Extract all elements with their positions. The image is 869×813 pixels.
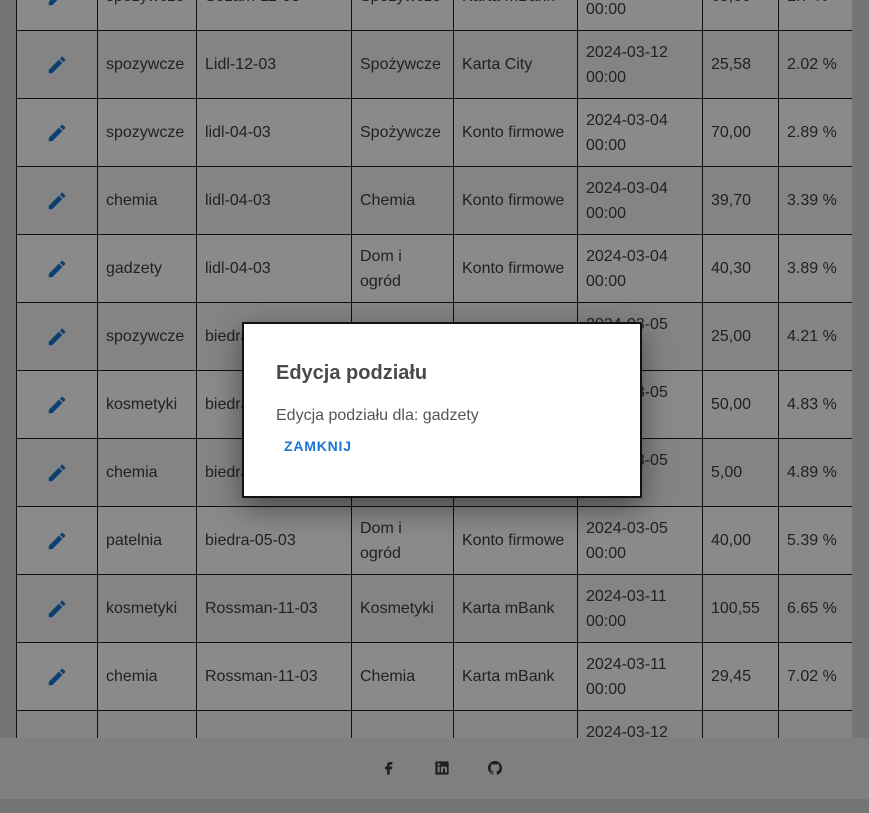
edit-split-dialog: Edycja podziału Edycja podziału dla: gad… [242,322,642,498]
dialog-text: Edycja podziału dla: gadzety [276,407,479,424]
dialog-title: Edycja podziału [276,362,428,384]
close-button[interactable]: ZAMKNIJ [276,435,360,457]
